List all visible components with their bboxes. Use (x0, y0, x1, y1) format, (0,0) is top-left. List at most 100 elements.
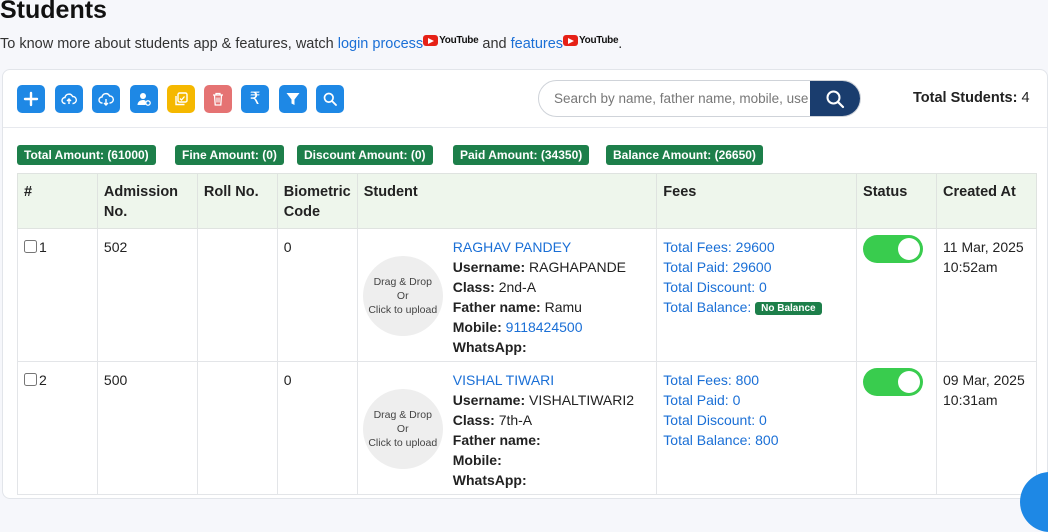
student-cell: Drag & Drop Or Click to upload RAGHAV PA… (356, 228, 658, 362)
toggle-knob (898, 371, 921, 393)
admission-no: 502 (96, 228, 198, 362)
no-balance-badge: No Balance (755, 302, 822, 315)
total-discount[interactable]: Total Discount: 0 (663, 277, 850, 297)
username-label: Username: (452, 259, 526, 275)
username-value: VISHALTIWARI2 (529, 392, 635, 408)
col-header-roll[interactable]: Roll No. (196, 173, 278, 229)
total-students-count: 4 (1021, 90, 1030, 106)
intro-text: To know more about students app & featur… (0, 35, 622, 52)
class-label: Class: (452, 279, 495, 295)
students-table: # Admission No. Roll No. Biometric Code … (17, 173, 1037, 495)
user-button[interactable] (130, 85, 158, 113)
mobile-link[interactable]: 9118424500 (506, 319, 583, 335)
total-fees[interactable]: Total Fees: 29600 (663, 237, 850, 257)
add-student-button[interactable] (17, 85, 45, 113)
filter-button[interactable] (279, 85, 307, 113)
cloud-upload-icon (61, 93, 77, 105)
student-name-link[interactable]: RAGHAV PANDEY (453, 239, 572, 255)
upload-button[interactable] (55, 85, 83, 113)
status-toggle[interactable] (863, 235, 924, 263)
total-fees-value: 29600 (735, 239, 775, 255)
user-settings-icon (137, 93, 151, 106)
father-label: Father name: (452, 299, 541, 315)
balance-amount-badge: Balance Amount: (26650) (606, 145, 763, 165)
username-label: Username: (452, 392, 526, 408)
col-header-status[interactable]: Status (856, 173, 938, 229)
total-paid-value: 29600 (732, 259, 772, 275)
youtube-logo-features[interactable]: YouTube (563, 35, 619, 46)
col-header-fees[interactable]: Fees (656, 173, 858, 229)
row-index: 2 (39, 372, 47, 388)
class-value: 7th-A (498, 412, 533, 428)
status-cell (856, 228, 938, 362)
total-discount[interactable]: Total Discount: 0 (663, 410, 850, 430)
total-fees[interactable]: Total Fees: 800 (663, 370, 850, 390)
father-label: Father name: (452, 432, 541, 448)
created-time: 10:31am (943, 392, 998, 408)
row-select-checkbox[interactable] (24, 373, 37, 386)
search-input[interactable] (539, 81, 811, 116)
students-card: ₹ Total Students: 4 Total Amount: (61000… (2, 69, 1048, 499)
status-toggle[interactable] (863, 368, 924, 396)
col-header-admission[interactable]: Admission No. (96, 173, 198, 229)
search-button[interactable] (810, 81, 860, 116)
upload-line-1: Drag & Drop (373, 409, 432, 421)
photo-upload-dropzone[interactable]: Drag & Drop Or Click to upload (362, 389, 443, 469)
trash-icon (213, 92, 223, 106)
total-balance[interactable]: Total Balance: No Balance (663, 297, 850, 319)
upload-line-3: Click to upload (368, 437, 438, 449)
row-index: 1 (39, 239, 47, 255)
youtube-logo-login[interactable]: YouTube (423, 35, 479, 46)
filter-icon (286, 93, 300, 105)
cloud-download-icon (98, 92, 114, 106)
total-balance-value: 800 (755, 432, 779, 448)
student-info: VISHAL TIWARI Username: VISHALTIWARI2 Cl… (453, 370, 634, 490)
youtube-play-icon (563, 35, 579, 46)
whatsapp-label: WhatsApp: (452, 472, 527, 488)
mobile-label: Mobile: (452, 319, 502, 335)
admission-no: 500 (96, 361, 198, 495)
page-title: Students (0, 0, 107, 24)
total-students-label: Total Students: (913, 90, 1018, 106)
biometric-code: 0 (276, 361, 358, 495)
find-button[interactable] (316, 85, 344, 113)
paid-amount-badge: Paid Amount: (34350) (453, 145, 590, 165)
status-cell (856, 361, 938, 495)
copy-button[interactable] (167, 85, 195, 113)
upload-line-1: Drag & Drop (373, 276, 432, 288)
col-header-created[interactable]: Created At (936, 173, 1037, 229)
student-name-link[interactable]: VISHAL TIWARI (453, 372, 554, 388)
col-header-student[interactable]: Student (356, 173, 658, 229)
plus-icon (23, 91, 39, 107)
col-header-biometric[interactable]: Biometric Code (276, 173, 358, 229)
search-icon (826, 90, 845, 108)
class-label: Class: (452, 412, 495, 428)
photo-upload-dropzone[interactable]: Drag & Drop Or Click to upload (362, 256, 443, 336)
table-row: 1 502 0 Drag & Drop Or Click to upload R… (17, 228, 1037, 362)
search-icon (323, 92, 337, 106)
youtube-play-icon (423, 35, 439, 46)
discount-amount-badge: Discount Amount: (0) (297, 145, 433, 165)
total-balance[interactable]: Total Balance: 800 (663, 430, 850, 450)
table-row: 2 500 0 Drag & Drop Or Click to upload V… (17, 361, 1037, 495)
created-at-cell: 11 Mar, 2025 10:52am (936, 228, 1037, 362)
total-students: Total Students: 4 (913, 90, 1030, 106)
total-paid-value: 0 (732, 392, 741, 408)
fees-cell: Total Fees: 800 Total Paid: 0 Total Disc… (656, 361, 858, 495)
table-header-row: # Admission No. Roll No. Biometric Code … (17, 173, 1037, 229)
row-select-checkbox[interactable] (24, 240, 37, 253)
features-link[interactable]: features (511, 36, 563, 52)
total-paid[interactable]: Total Paid: 29600 (663, 257, 850, 277)
fees-button[interactable]: ₹ (241, 85, 269, 113)
col-header-number[interactable]: # (17, 173, 98, 229)
total-paid[interactable]: Total Paid: 0 (663, 390, 850, 410)
upload-line-3: Click to upload (368, 304, 438, 316)
download-button[interactable] (92, 85, 120, 113)
delete-button[interactable] (204, 85, 232, 113)
upload-line-2: Or (396, 423, 409, 435)
search-box (538, 80, 861, 117)
row-number-cell: 2 (17, 361, 98, 495)
student-info: RAGHAV PANDEY Username: RAGHAPANDE Class… (453, 237, 626, 357)
whatsapp-label: WhatsApp: (452, 339, 527, 355)
login-process-link[interactable]: login process (338, 36, 423, 52)
